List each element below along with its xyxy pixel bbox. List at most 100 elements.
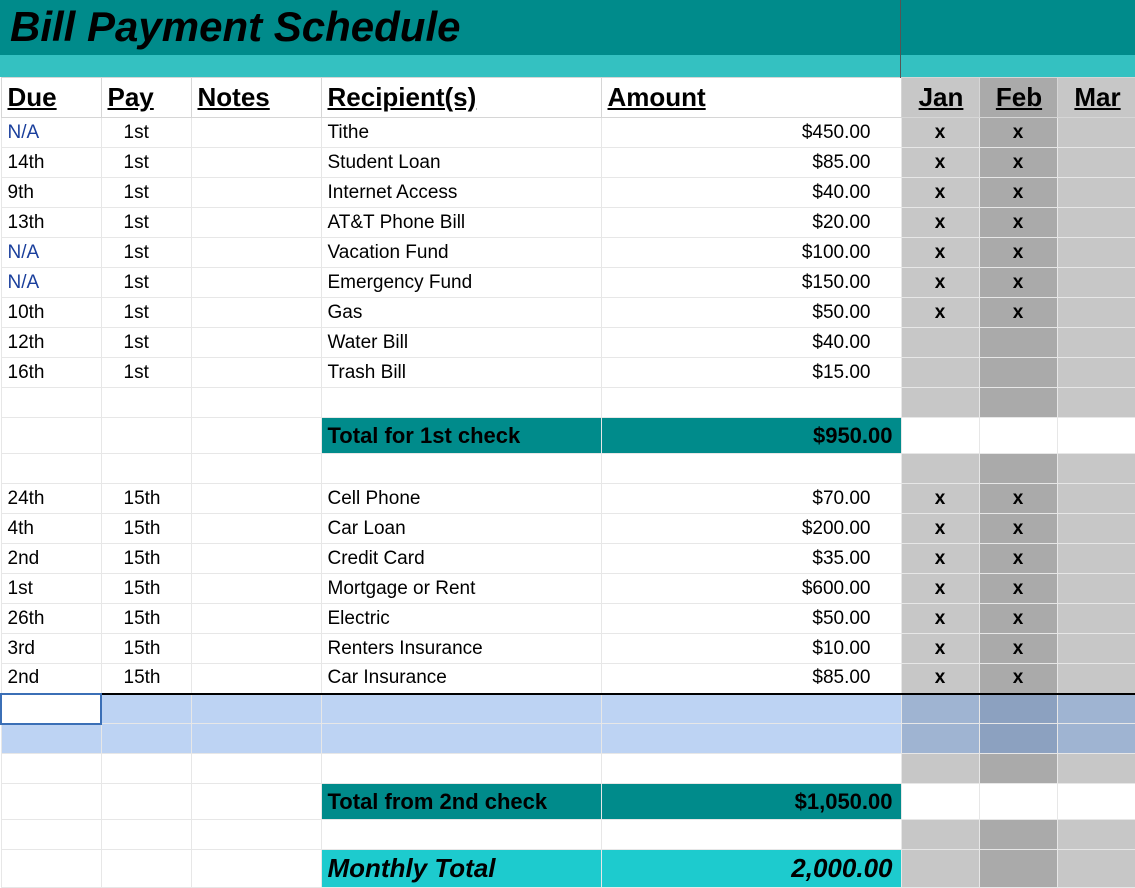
cell-mar[interactable] bbox=[1057, 148, 1135, 178]
cell-amount[interactable]: $50.00 bbox=[601, 604, 901, 634]
cell-recipient[interactable]: Electric bbox=[321, 604, 601, 634]
empty-cell[interactable] bbox=[901, 388, 979, 418]
cell-amount[interactable]: $70.00 bbox=[601, 484, 901, 514]
empty-cell[interactable] bbox=[601, 754, 901, 784]
header-recipient[interactable]: Recipient(s) bbox=[321, 78, 601, 118]
cell-mar[interactable] bbox=[1057, 484, 1135, 514]
cell-feb[interactable]: x bbox=[979, 604, 1057, 634]
cell-jan[interactable]: x bbox=[901, 208, 979, 238]
cell-mar[interactable] bbox=[1057, 328, 1135, 358]
empty-cell[interactable] bbox=[601, 694, 901, 724]
header-amount[interactable]: Amount bbox=[601, 78, 901, 118]
empty-cell[interactable] bbox=[191, 784, 321, 820]
empty-cell[interactable] bbox=[101, 820, 191, 850]
empty-cell[interactable] bbox=[601, 724, 901, 754]
cell-jan[interactable] bbox=[901, 784, 979, 820]
cell-recipient[interactable]: Gas bbox=[321, 298, 601, 328]
cell-feb[interactable]: x bbox=[979, 208, 1057, 238]
cell-due[interactable]: N/A bbox=[1, 238, 101, 268]
cell-jan[interactable]: x bbox=[901, 514, 979, 544]
cell-feb[interactable]: x bbox=[979, 634, 1057, 664]
cell-mar[interactable] bbox=[1057, 634, 1135, 664]
empty-cell[interactable] bbox=[321, 820, 601, 850]
cell-jan[interactable]: x bbox=[901, 634, 979, 664]
cell-recipient[interactable]: Emergency Fund bbox=[321, 268, 601, 298]
cell-amount[interactable]: $200.00 bbox=[601, 514, 901, 544]
cell-due[interactable]: 9th bbox=[1, 178, 101, 208]
cell-pay[interactable]: 1st bbox=[101, 148, 191, 178]
cell-feb[interactable]: x bbox=[979, 118, 1057, 148]
cell-amount[interactable]: $20.00 bbox=[601, 208, 901, 238]
empty-cell[interactable] bbox=[191, 694, 321, 724]
cell-feb[interactable]: x bbox=[979, 238, 1057, 268]
cell-notes[interactable] bbox=[191, 148, 321, 178]
empty-cell[interactable] bbox=[1057, 754, 1135, 784]
cell-pay[interactable]: 1st bbox=[101, 328, 191, 358]
empty-cell[interactable] bbox=[191, 820, 321, 850]
empty-cell[interactable] bbox=[191, 850, 321, 888]
cell-feb[interactable]: x bbox=[979, 544, 1057, 574]
cell-recipient[interactable]: Credit Card bbox=[321, 544, 601, 574]
cell-mar[interactable] bbox=[1057, 358, 1135, 388]
empty-cell[interactable] bbox=[1057, 454, 1135, 484]
cell-mar[interactable] bbox=[1057, 784, 1135, 820]
cell-notes[interactable] bbox=[191, 574, 321, 604]
empty-cell[interactable] bbox=[979, 754, 1057, 784]
header-notes[interactable]: Notes bbox=[191, 78, 321, 118]
cell-mar[interactable] bbox=[1057, 664, 1135, 694]
cell-pay[interactable]: 1st bbox=[101, 268, 191, 298]
cell-mar[interactable] bbox=[1057, 850, 1135, 888]
cell-feb[interactable]: x bbox=[979, 178, 1057, 208]
cell-notes[interactable] bbox=[191, 298, 321, 328]
cell-notes[interactable] bbox=[191, 604, 321, 634]
cell-notes[interactable] bbox=[191, 544, 321, 574]
empty-cell[interactable] bbox=[1, 724, 101, 754]
selected-row[interactable] bbox=[1, 694, 1135, 724]
empty-cell[interactable] bbox=[901, 694, 979, 724]
cell-amount[interactable]: $40.00 bbox=[601, 178, 901, 208]
cell-feb[interactable] bbox=[979, 418, 1057, 454]
empty-cell[interactable] bbox=[191, 724, 321, 754]
empty-cell[interactable] bbox=[321, 754, 601, 784]
cell-jan[interactable] bbox=[901, 358, 979, 388]
cell-mar[interactable] bbox=[1057, 118, 1135, 148]
cell-pay[interactable]: 1st bbox=[101, 178, 191, 208]
cell-pay[interactable]: 15th bbox=[101, 544, 191, 574]
cell-notes[interactable] bbox=[191, 178, 321, 208]
active-cell[interactable] bbox=[1, 694, 101, 724]
cell-pay[interactable]: 15th bbox=[101, 574, 191, 604]
selected-row[interactable] bbox=[1, 724, 1135, 754]
cell-amount[interactable]: $85.00 bbox=[601, 664, 901, 694]
cell-notes[interactable] bbox=[191, 268, 321, 298]
cell-due[interactable]: 24th bbox=[1, 484, 101, 514]
cell-jan[interactable]: x bbox=[901, 484, 979, 514]
cell-amount[interactable]: $600.00 bbox=[601, 574, 901, 604]
cell-pay[interactable]: 15th bbox=[101, 604, 191, 634]
cell-feb[interactable] bbox=[979, 784, 1057, 820]
empty-cell[interactable] bbox=[601, 820, 901, 850]
empty-cell[interactable] bbox=[979, 820, 1057, 850]
cell-jan[interactable] bbox=[901, 850, 979, 888]
cell-notes[interactable] bbox=[191, 238, 321, 268]
cell-pay[interactable]: 1st bbox=[101, 118, 191, 148]
empty-cell[interactable] bbox=[191, 454, 321, 484]
cell-due[interactable]: 13th bbox=[1, 208, 101, 238]
cell-notes[interactable] bbox=[191, 514, 321, 544]
cell-due[interactable]: 12th bbox=[1, 328, 101, 358]
empty-cell[interactable] bbox=[1, 820, 101, 850]
cell-amount[interactable]: $10.00 bbox=[601, 634, 901, 664]
empty-cell[interactable] bbox=[101, 418, 191, 454]
cell-amount[interactable]: $450.00 bbox=[601, 118, 901, 148]
cell-pay[interactable]: 1st bbox=[101, 298, 191, 328]
cell-feb[interactable]: x bbox=[979, 484, 1057, 514]
cell-jan[interactable]: x bbox=[901, 604, 979, 634]
cell-recipient[interactable]: Car Loan bbox=[321, 514, 601, 544]
empty-cell[interactable] bbox=[1057, 820, 1135, 850]
cell-recipient[interactable]: AT&T Phone Bill bbox=[321, 208, 601, 238]
cell-due[interactable]: 1st bbox=[1, 574, 101, 604]
cell-jan[interactable]: x bbox=[901, 574, 979, 604]
header-pay[interactable]: Pay bbox=[101, 78, 191, 118]
header-due[interactable]: Due bbox=[1, 78, 101, 118]
cell-notes[interactable] bbox=[191, 358, 321, 388]
cell-due[interactable]: 3rd bbox=[1, 634, 101, 664]
